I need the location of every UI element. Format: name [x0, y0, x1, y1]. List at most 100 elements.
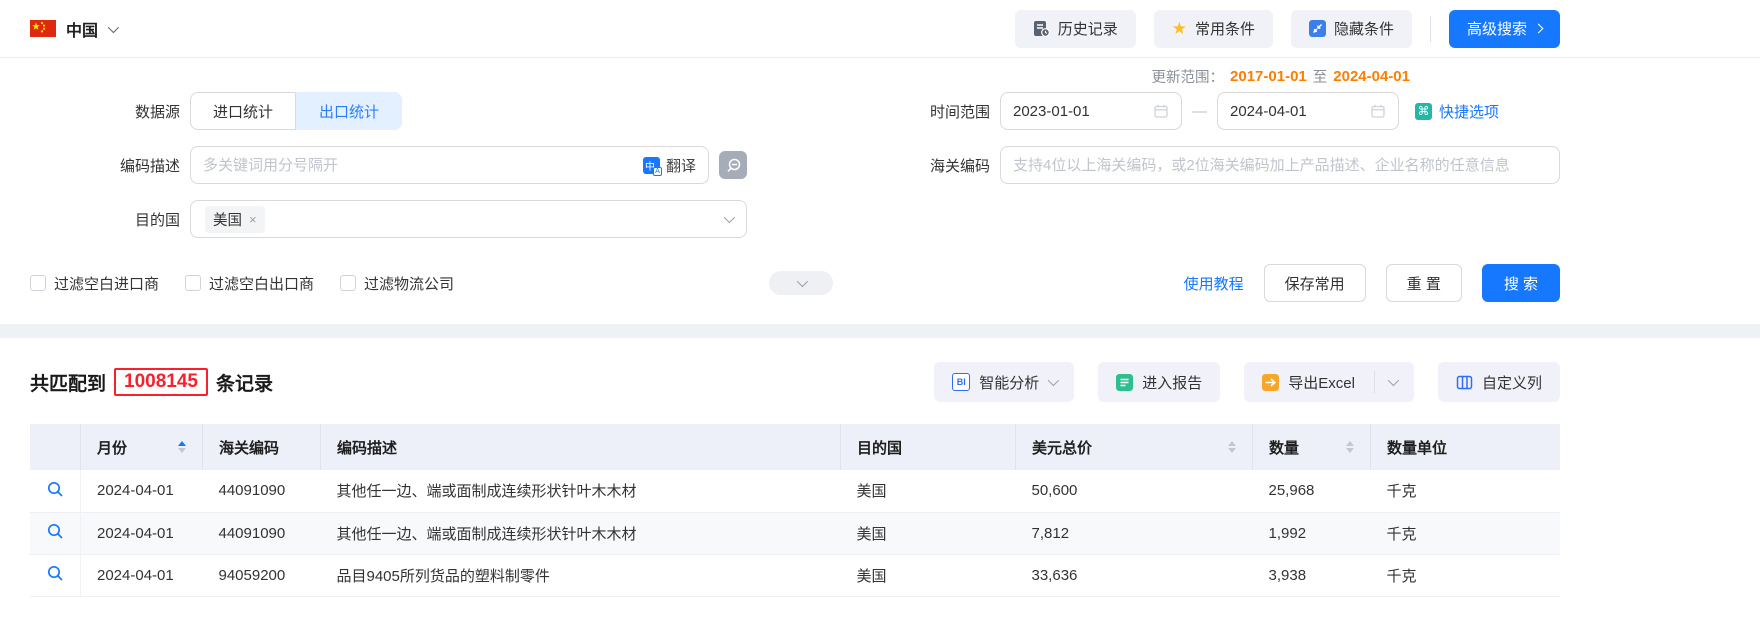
save-conditions-button[interactable]: 保存常用 — [1263, 264, 1366, 302]
start-date-input[interactable]: 2023-01-01 — [1000, 92, 1182, 130]
chevron-down-icon[interactable] — [1387, 374, 1400, 387]
checkbox-icon — [185, 275, 202, 291]
sort-desc-icon[interactable] — [178, 448, 186, 453]
translate-label: 翻译 — [665, 157, 696, 175]
expand-filters-button[interactable] — [769, 271, 834, 295]
tutorial-link[interactable]: 使用教程 — [1184, 273, 1244, 294]
hide-conditions-button[interactable]: 隐藏条件 — [1290, 9, 1412, 48]
chevron-down-icon — [723, 211, 736, 224]
country-name: 中国 — [66, 22, 99, 40]
code-desc-input[interactable] — [203, 156, 643, 174]
custom-columns-button[interactable]: 自定义列 — [1437, 362, 1560, 402]
cell-hs-code: 44091090 — [202, 470, 321, 513]
china-flag-icon — [30, 20, 56, 37]
filter-blank-importer-checkbox[interactable]: 过滤空白进口商 — [30, 273, 159, 294]
calendar-icon — [1371, 104, 1385, 118]
row-detail-button[interactable] — [30, 554, 81, 597]
magnifier-minus-icon — [726, 158, 740, 172]
cell-code-desc: 品目9405所列货品的塑料制零件 — [320, 554, 841, 597]
start-date-value: 2023-01-01 — [1013, 102, 1090, 120]
bi-icon: BI — [952, 373, 971, 391]
row-detail-button[interactable] — [30, 512, 81, 555]
tag-close-icon[interactable]: × — [249, 213, 257, 226]
header-search-column — [30, 424, 81, 470]
header-code-desc: 编码描述 — [320, 424, 841, 470]
advanced-search-button[interactable]: 高级搜索 — [1448, 9, 1560, 48]
filter-blank-exporter-checkbox[interactable]: 过滤空白出口商 — [185, 273, 314, 294]
topbar-divider — [1429, 15, 1431, 42]
header-qty-unit: 数量单位 — [1370, 424, 1560, 470]
update-range-end: 2024-04-01 — [1333, 67, 1410, 85]
header-quantity[interactable]: 数量 — [1252, 424, 1371, 470]
enter-report-button[interactable]: 进入报告 — [1098, 362, 1221, 402]
filter-logistics-checkbox[interactable]: 过滤物流公司 — [340, 273, 454, 294]
header-month[interactable]: 月份 — [80, 424, 203, 470]
checkbox-icon — [30, 275, 46, 291]
custom-columns-label: 自定义列 — [1481, 374, 1542, 392]
cell-destination: 美国 — [840, 554, 1016, 597]
destination-label: 目的国 — [134, 211, 180, 229]
sort-desc-icon[interactable] — [1228, 448, 1236, 453]
cell-code-desc: 其他任一边、端或面制成连续形状针叶木木材 — [320, 512, 841, 555]
end-date-input[interactable]: 2024-04-01 — [1217, 92, 1399, 130]
search-button[interactable]: 搜 索 — [1481, 264, 1560, 302]
favorites-label: 常用条件 — [1194, 21, 1255, 38]
sort-control[interactable] — [1346, 441, 1354, 453]
quick-options-link[interactable]: ⌘ 快捷选项 — [1415, 101, 1499, 122]
table-row: 2024-04-01 44091090 其他任一边、端或面制成连续形状针叶木木材… — [30, 470, 1560, 513]
cell-month: 2024-04-01 — [80, 470, 203, 513]
header-month-label: 月份 — [97, 439, 128, 457]
cell-quantity: 25,968 — [1252, 470, 1371, 513]
checkbox-label: 过滤空白进口商 — [54, 275, 160, 293]
tab-import-stats[interactable]: 进口统计 — [190, 92, 297, 130]
cell-qty-unit: 千克 — [1370, 512, 1560, 555]
table-header-row: 月份 海关编码 编码描述 目的国 美元总价 数量 数量单位 — [30, 424, 1560, 470]
reset-button[interactable]: 重 置 — [1385, 264, 1462, 302]
chevron-right-icon — [1533, 23, 1544, 34]
header-hs-code: 海关编码 — [202, 424, 321, 470]
update-range-label: 更新范围： — [1151, 69, 1225, 86]
exact-match-button[interactable] — [719, 151, 747, 179]
cell-quantity: 3,938 — [1252, 554, 1371, 597]
sort-desc-icon[interactable] — [1346, 448, 1354, 453]
report-icon — [1116, 373, 1134, 391]
chevron-down-icon — [107, 21, 120, 33]
cell-hs-code: 44091090 — [202, 512, 321, 555]
destination-select[interactable]: 美国 × — [190, 200, 747, 238]
results-table: 月份 海关编码 编码描述 目的国 美元总价 数量 数量单位 2024-04-01… — [30, 424, 1560, 597]
tab-export-stats[interactable]: 出口统计 — [296, 92, 403, 130]
hs-code-input[interactable] — [1013, 156, 1547, 174]
destination-tag: 美国 × — [205, 205, 265, 233]
table-body: 2024-04-01 44091090 其他任一边、端或面制成连续形状针叶木木材… — [30, 470, 1560, 597]
enter-report-label: 进入报告 — [1142, 374, 1203, 392]
star-icon: ★ — [1171, 19, 1187, 38]
date-range-dash: — — [1192, 102, 1207, 120]
summary-prefix: 共匹配到 — [30, 373, 107, 395]
smart-analysis-label: 智能分析 — [979, 374, 1040, 392]
header-usd-total[interactable]: 美元总价 — [1015, 424, 1253, 470]
sort-control[interactable] — [1228, 441, 1236, 453]
smart-analysis-button[interactable]: BI 智能分析 — [934, 362, 1075, 402]
export-excel-button[interactable]: 导出Excel — [1244, 362, 1414, 402]
row-detail-button[interactable] — [30, 470, 81, 513]
columns-icon — [1456, 375, 1473, 389]
magnifier-icon — [47, 565, 63, 581]
sort-control[interactable] — [178, 441, 186, 453]
sort-asc-icon[interactable] — [1228, 441, 1236, 446]
sort-asc-icon[interactable] — [1346, 441, 1354, 446]
favorites-button[interactable]: ★ 常用条件 — [1153, 9, 1273, 48]
cell-code-desc: 其他任一边、端或面制成连续形状针叶木木材 — [320, 470, 841, 513]
cell-quantity: 1,992 — [1252, 512, 1371, 555]
chevron-down-icon — [796, 275, 809, 288]
table-row: 2024-04-01 94059200 品目9405所列货品的塑料制零件 美国 … — [30, 554, 1560, 597]
datasource-label: 数据源 — [134, 103, 180, 121]
magnifier-icon — [47, 481, 63, 497]
chevron-down-icon — [1048, 374, 1060, 387]
translate-button[interactable]: 中 A 翻译 — [642, 155, 696, 176]
sort-asc-icon[interactable] — [178, 441, 186, 446]
country-selector[interactable]: 中国 — [30, 17, 120, 41]
top-bar: 中国 历史记录 ★ 常用条件 隐藏条件 高级搜索 — [0, 0, 1760, 58]
hs-code-label: 海关编码 — [929, 157, 990, 175]
filter-panel: 更新范围： 2017-01-01 至 2024-04-01 数据源 进口统计 出… — [0, 58, 1760, 324]
history-button[interactable]: 历史记录 — [1014, 9, 1136, 48]
